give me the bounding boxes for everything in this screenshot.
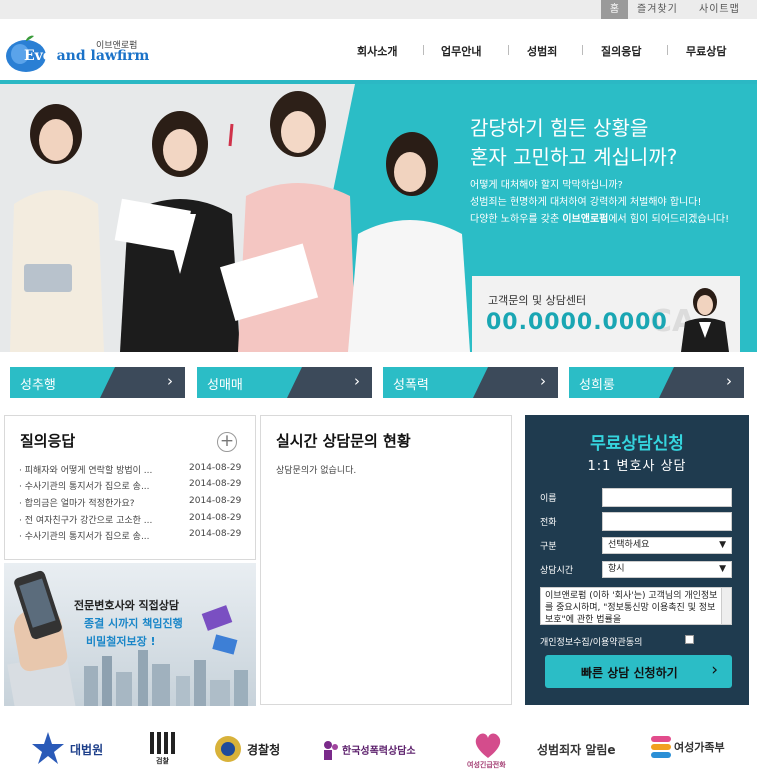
logo-english: Eve and lawfirm (24, 48, 150, 64)
realtime-title: 실시간 상담문의 현황 (276, 432, 411, 450)
submit-consult-button[interactable]: 빠른 상담 신청하기 › (545, 655, 732, 688)
chevron-right-icon: › (167, 372, 173, 390)
supreme-court-emblem-icon (32, 732, 64, 764)
privacy-agree-label: 개인정보수집/이용약관동의 (540, 638, 643, 648)
hero-description: 어떻게 대처해야 할지 막막하십니까? 성범죄는 현명하게 대처하여 강력하게 … (470, 180, 730, 225)
sitemap-link[interactable]: 사이트맵 (699, 0, 740, 19)
nav-item-qna[interactable]: 질의응답 (601, 43, 641, 59)
hero-banner: 감당하기 힘든 상황을 혼자 고민하고 계십니까? 어떻게 대처해야 할지 막막… (0, 84, 757, 352)
qna-title: 질의응답 (20, 432, 76, 450)
qna-panel: 질의응답 + · 피해자와 어떻게 연락할 방법이 ... 2014-08-29 … (4, 415, 256, 560)
hero-people-image (10, 91, 470, 352)
envelope-icon (201, 605, 238, 655)
more-plus-icon[interactable]: + (217, 432, 237, 452)
chevron-right-icon: › (711, 660, 718, 680)
privacy-policy-textarea[interactable]: 이브앤로펌 (이하 '회사'는) 고객님의 개인정보를 중요시하며, "정보통신… (540, 587, 732, 625)
banner-line-1: 전문변호사와 직접상담 (74, 599, 180, 612)
chevron-right-icon: › (354, 372, 360, 390)
promo-banner[interactable]: 전문변호사와 직접상담 종결 시까지 책임진행 비밀철저보장 ! (4, 563, 256, 706)
name-label: 이름 (540, 494, 557, 504)
free-consult-form: 무료상담신청 1:1 변호사 상담 이름 전화 구분 선택하세요 ▼ 상담시간 항… (525, 415, 749, 705)
time-select[interactable]: 항시 ▼ (602, 561, 732, 578)
privacy-agree-checkbox[interactable] (685, 635, 694, 644)
nav-item-free-consult[interactable]: 무료상담 (686, 43, 726, 59)
counseling-center-icon (324, 741, 338, 760)
nav-divider (423, 45, 424, 55)
category-button-prostitution[interactable]: 성매매 › (197, 367, 372, 398)
hero-headline: 감당하기 힘든 상황을 혼자 고민하고 계십니까? (470, 116, 678, 169)
nav-divider (667, 45, 668, 55)
headset-agent-image (681, 288, 729, 352)
site-logo[interactable]: 이브앤로펌 Eve and lawfirm (4, 30, 149, 74)
form-subtitle: 1:1 변호사 상담 (587, 459, 687, 474)
contact-phone-number: 00.0000.0000 (486, 310, 668, 335)
textarea-scrollbar[interactable] (721, 588, 731, 624)
utility-bar: 홈 즐겨찾기 사이트맵 (0, 0, 757, 19)
nav-divider (508, 45, 509, 55)
home-button[interactable]: 홈 (601, 0, 628, 19)
form-title: 무료상담신청 (590, 434, 684, 454)
category-button-sexual-violence[interactable]: 성폭력 › (383, 367, 558, 398)
prosecution-emblem-icon (150, 732, 175, 754)
nav-item-sex-crime[interactable]: 성범죄 (527, 43, 557, 59)
ministry-emblem-icon (651, 736, 671, 758)
phone-field[interactable] (602, 512, 732, 531)
nav-divider (582, 45, 583, 55)
nav-item-services[interactable]: 업무안내 (441, 43, 481, 59)
time-label: 상담시간 (540, 566, 574, 576)
realtime-consult-panel: 실시간 상담문의 현황 상담문의가 없습니다. (260, 415, 512, 705)
realtime-empty-message: 상담문의가 없습니다. (276, 466, 357, 476)
police-badge-icon (215, 736, 241, 762)
type-select[interactable]: 선택하세요 ▼ (602, 537, 732, 554)
favorites-link[interactable]: 즐겨찾기 (637, 0, 678, 19)
banner-line-3: 비밀철저보장 ! (86, 635, 156, 648)
chevron-right-icon: › (540, 372, 546, 390)
dropdown-arrow-icon: ▼ (719, 564, 726, 574)
heart-1366-icon (475, 733, 501, 758)
contact-center-box: CA 고객문의 및 상담센터 00.0000.0000 (472, 276, 740, 352)
category-button-harassment[interactable]: 성희롱 › (569, 367, 744, 398)
nav-item-company[interactable]: 회사소개 (357, 43, 397, 59)
phone-label: 전화 (540, 518, 557, 528)
contact-label: 고객문의 및 상담센터 (488, 294, 587, 307)
type-label: 구분 (540, 542, 557, 552)
dropdown-arrow-icon: ▼ (719, 540, 726, 550)
name-field[interactable] (602, 488, 732, 507)
category-button-molestation[interactable]: 성추행 › (10, 367, 185, 398)
chevron-right-icon: › (726, 372, 732, 390)
banner-line-2: 종결 시까지 책임진행 (84, 617, 183, 630)
